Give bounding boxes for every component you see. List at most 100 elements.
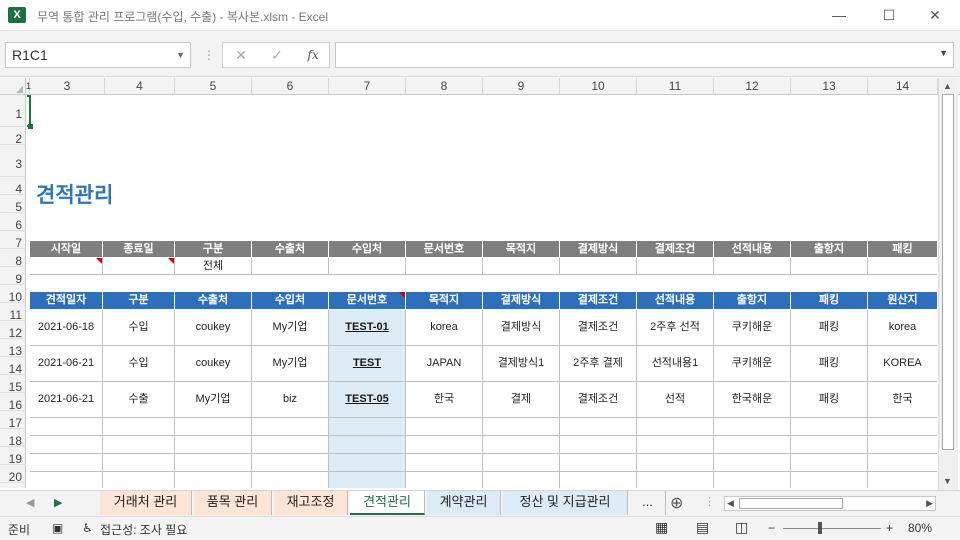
macro-record-icon[interactable]: ▣ [52,521,63,535]
column-header-6[interactable]: 6 [252,78,329,95]
empty-cell[interactable] [560,418,637,436]
table-cell[interactable]: TEST-05 [329,382,406,418]
row-header-17[interactable]: 17 [0,411,26,430]
empty-cell[interactable] [714,472,791,488]
empty-cell[interactable] [637,472,714,488]
table-cell[interactable]: 2021-06-18 [30,310,103,346]
document-number-link[interactable]: TEST [353,357,381,369]
empty-cell[interactable] [329,436,406,454]
filter-input[interactable] [714,258,791,275]
empty-cell[interactable] [483,472,560,488]
empty-cell[interactable] [791,418,868,436]
more-options-icon[interactable]: ⋮ [203,48,215,62]
empty-cell[interactable] [175,418,252,436]
empty-cell[interactable] [175,454,252,472]
column-header-8[interactable]: 8 [406,78,483,95]
filter-input[interactable] [406,258,483,275]
table-cell[interactable]: coukey [175,310,252,346]
row-header-15[interactable]: 15 [0,375,26,394]
sheet-tab-4[interactable]: 견적관리 [350,491,425,515]
sheet-tab-2[interactable]: 품목 관리 [194,491,272,515]
tab-prev-icon[interactable]: ◀ [26,496,34,509]
table-cell[interactable]: JAPAN [406,346,483,382]
empty-cell[interactable] [103,436,175,454]
enter-icon[interactable]: ✓ [266,44,288,66]
formula-input[interactable]: ▼ [335,42,954,68]
row-header-20[interactable]: 20 [0,465,26,484]
page-break-view-icon[interactable]: ◫ [735,519,748,536]
table-cell[interactable]: 쿠키해운 [714,310,791,346]
column-header-14[interactable]: 14 [868,78,938,95]
table-cell[interactable]: 한국 [868,382,937,418]
filter-input[interactable] [30,258,103,275]
row-header-8[interactable]: 8 [0,249,26,268]
empty-cell[interactable] [175,472,252,488]
table-cell[interactable]: biz [252,382,329,418]
document-number-link[interactable]: TEST-01 [345,321,388,333]
table-cell[interactable]: 선적내용1 [637,346,714,382]
empty-cell[interactable] [714,454,791,472]
chevron-down-icon[interactable]: ▼ [176,43,185,67]
table-cell[interactable]: 수입 [103,346,175,382]
sheet-tab-6[interactable]: 정산 및 지급관리 [503,491,628,515]
empty-cell[interactable] [560,454,637,472]
expand-formula-icon[interactable]: ▼ [939,48,948,58]
row-header-16[interactable]: 16 [0,393,26,412]
empty-cell[interactable] [252,472,329,488]
scroll-down-icon[interactable]: ▼ [943,476,952,486]
filter-input[interactable] [868,258,937,275]
filter-input[interactable] [103,258,175,275]
active-cell[interactable] [27,95,33,129]
tab-split-icon[interactable]: ⋮ [704,495,715,508]
column-header-10[interactable]: 10 [560,78,637,95]
empty-cell[interactable] [483,436,560,454]
filter-input[interactable] [483,258,560,275]
table-cell[interactable]: 결제조건 [560,382,637,418]
empty-cell[interactable] [103,472,175,488]
row-header-19[interactable]: 19 [0,447,26,466]
sheet-tab-5[interactable]: 계약관리 [427,491,501,515]
row-header-9[interactable]: 9 [0,267,26,286]
empty-cell[interactable] [868,418,937,436]
table-cell[interactable]: 한국 [406,382,483,418]
empty-cell[interactable] [252,418,329,436]
empty-cell[interactable] [560,436,637,454]
empty-cell[interactable] [30,436,103,454]
row-header-1[interactable]: 1 [0,95,26,127]
sheet-tab-3[interactable]: 재고조정 [274,491,348,515]
horizontal-scrollbar[interactable]: ◀ ▶ [724,496,936,511]
empty-cell[interactable] [406,454,483,472]
table-cell[interactable]: korea [868,310,937,346]
filter-input[interactable] [252,258,329,275]
table-cell[interactable]: 결제방식1 [483,346,560,382]
scroll-left-icon[interactable]: ◀ [727,498,734,509]
table-cell[interactable]: 2021-06-21 [30,346,103,382]
empty-cell[interactable] [406,472,483,488]
table-cell[interactable]: 결제 [483,382,560,418]
row-header-18[interactable]: 18 [0,429,26,448]
horizontal-scroll-thumb[interactable] [739,498,843,509]
row-header-13[interactable]: 13 [0,339,26,358]
zoom-slider-thumb[interactable] [818,522,822,534]
row-header-6[interactable]: 6 [0,213,26,232]
empty-cell[interactable] [103,454,175,472]
name-box[interactable]: R1C1 ▼ [5,42,191,68]
insert-function-icon[interactable]: fx [302,44,324,66]
scroll-right-icon[interactable]: ▶ [926,498,933,509]
empty-cell[interactable] [637,436,714,454]
vertical-scrollbar[interactable]: ▲ ▼ [938,78,958,490]
table-cell[interactable]: 한국해운 [714,382,791,418]
zoom-level[interactable]: 80% [908,521,932,535]
column-header-13[interactable]: 13 [791,78,868,95]
filter-input[interactable] [637,258,714,275]
filter-input[interactable] [560,258,637,275]
column-header-11[interactable]: 11 [637,78,714,95]
empty-cell[interactable] [714,436,791,454]
table-cell[interactable]: 2021-06-21 [30,382,103,418]
column-header-7[interactable]: 7 [329,78,406,95]
empty-cell[interactable] [791,454,868,472]
empty-cell[interactable] [252,436,329,454]
table-cell[interactable]: My기업 [252,346,329,382]
table-cell[interactable]: korea [406,310,483,346]
row-header-2[interactable]: 2 [0,127,26,146]
